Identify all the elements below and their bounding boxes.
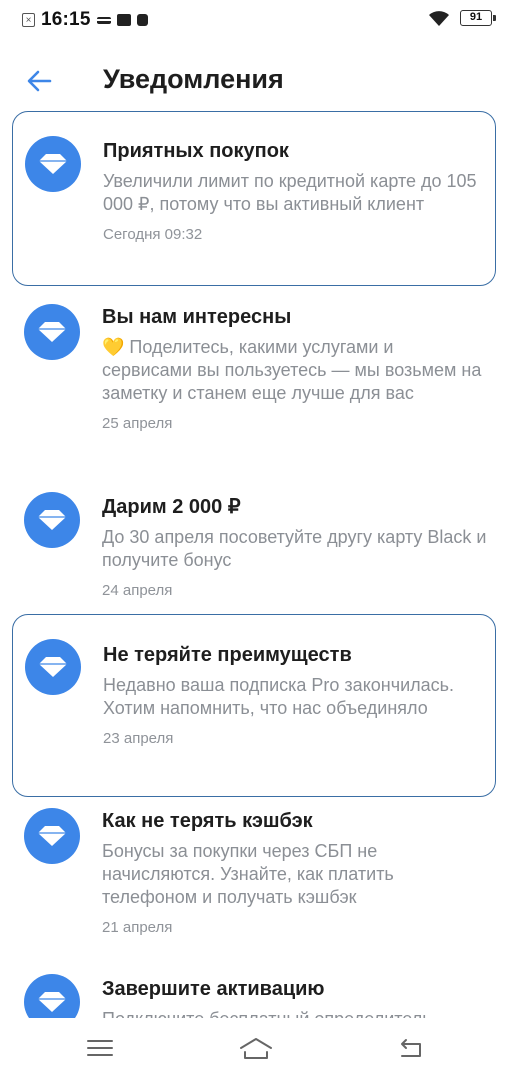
battery-icon: 91: [460, 10, 496, 26]
notification-title: Завершите активацию: [102, 978, 325, 1000]
wifi-icon: [428, 9, 450, 27]
notification-item[interactable]: Дарим 2 000 ₽ До 30 апреля посоветуйте д…: [12, 482, 496, 608]
diamond-icon: [24, 808, 80, 864]
diamond-icon: [25, 136, 81, 192]
notification-title: Как не терять кэшбэк: [102, 810, 313, 832]
notification-date: 25 апреля: [102, 415, 173, 432]
menu-icon[interactable]: [86, 1036, 118, 1064]
notification-body: Подключите бесплатный определитель: [102, 1008, 488, 1018]
notification-date: 24 апреля: [102, 582, 173, 599]
notification-item[interactable]: Не теряйте преимуществ Недавно ваша подп…: [12, 614, 496, 797]
notification-body: До 30 апреля посоветуйте другу карту Bla…: [102, 527, 487, 570]
mic-icon: [136, 14, 148, 26]
notification-date: Сегодня 09:32: [103, 226, 203, 243]
home-icon[interactable]: [238, 1036, 274, 1064]
notification-date: 23 апреля: [103, 730, 174, 747]
notification-date: 21 апреля: [102, 919, 173, 936]
notification-title: Не теряйте преимуществ: [103, 644, 352, 666]
status-bar: × 16:15 91: [0, 0, 512, 40]
diamond-icon: [25, 639, 81, 695]
notification-body: Бонусы за покупки через СБП не начисляют…: [102, 841, 394, 907]
notification-item[interactable]: Завершите активацию Подключите бесплатны…: [12, 964, 496, 1018]
notification-body: 💛 Поделитесь, какими услугами и сервисам…: [102, 337, 482, 403]
notification-item[interactable]: Приятных покупок Увеличили лимит по кред…: [12, 111, 496, 286]
message-icon: [116, 14, 131, 26]
back-arrow-icon[interactable]: [24, 65, 56, 97]
status-time: 16:15: [41, 9, 91, 30]
page-title: Уведомления: [103, 64, 284, 94]
battery-level: 91: [469, 11, 483, 23]
system-nav-bar: [0, 1018, 512, 1080]
app-header: Уведомления: [0, 55, 512, 111]
notification-title: Приятных покупок: [103, 140, 289, 162]
diamond-icon: [24, 492, 80, 548]
close-notif-icon: ×: [22, 13, 35, 27]
menu-icon: [96, 16, 111, 24]
notification-title: Вы нам интересны: [102, 306, 292, 328]
diamond-icon: [24, 304, 80, 360]
diamond-icon: [24, 974, 80, 1018]
notification-title: Дарим 2 000 ₽: [102, 496, 241, 518]
notification-body: Недавно ваша подписка Pro закончилась. Х…: [103, 675, 455, 718]
notification-item[interactable]: Вы нам интересны 💛 Поделитесь, какими ус…: [12, 292, 496, 472]
notification-body: Увеличили лимит по кредитной карте до 10…: [103, 171, 477, 214]
notification-item[interactable]: Как не терять кэшбэк Бонусы за покупки ч…: [12, 796, 496, 956]
back-icon[interactable]: [396, 1036, 428, 1064]
